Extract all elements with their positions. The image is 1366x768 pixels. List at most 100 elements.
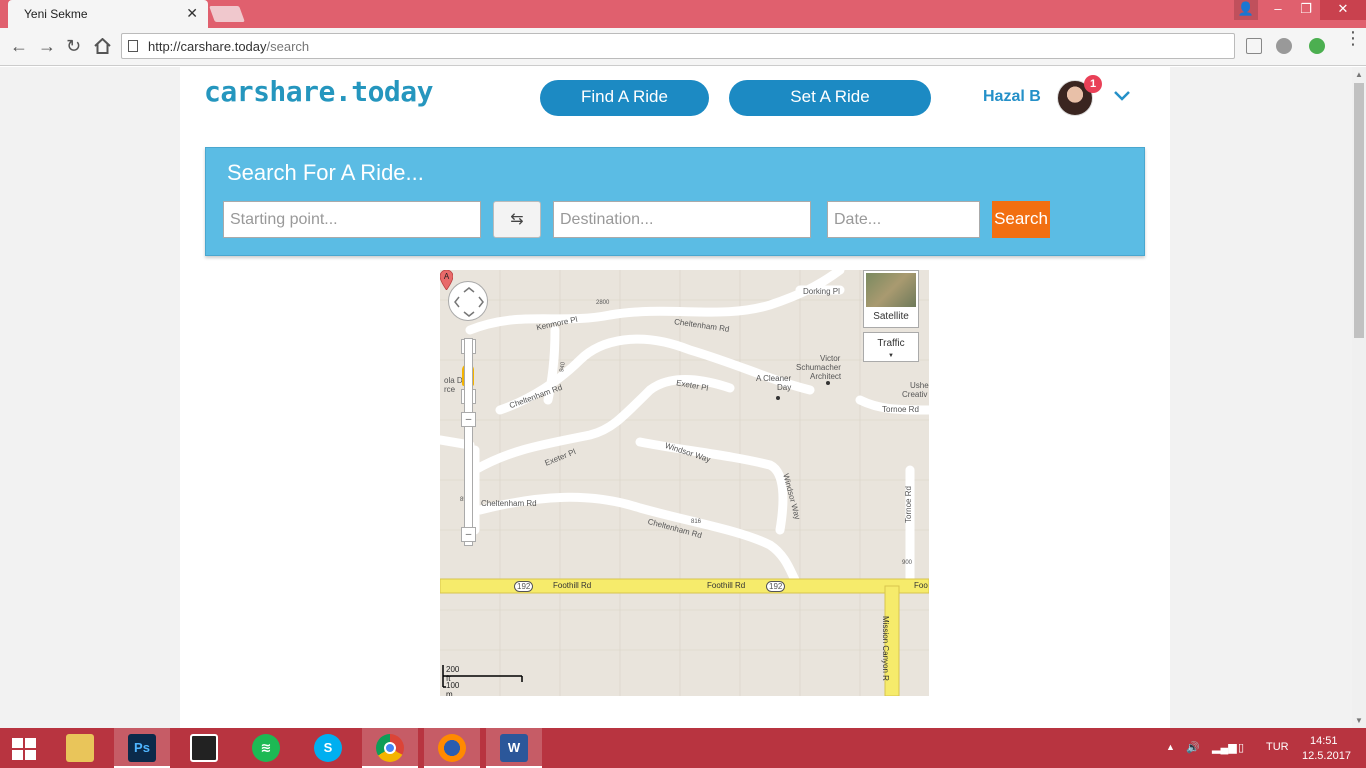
- forward-icon[interactable]: →: [38, 36, 56, 57]
- map-label-tornoe-top: Tornoe Rd: [882, 405, 919, 414]
- browser-tab[interactable]: Yeni Sekme ✕: [8, 0, 208, 28]
- search-panel: Search For A Ride... ⇆ Search: [205, 147, 1145, 256]
- map-label-cheltenham-low: Cheltenham Rd: [481, 499, 537, 508]
- map-label-2800: 2800: [596, 300, 610, 306]
- scroll-down-icon[interactable]: ▼: [1355, 716, 1363, 725]
- firefox-icon: [438, 734, 466, 762]
- adblock-icon[interactable]: [1309, 38, 1325, 54]
- search-title: Search For A Ride...: [227, 160, 424, 185]
- map-label-900: 900: [902, 560, 913, 566]
- traffic-button[interactable]: Traffic ▼: [863, 332, 919, 362]
- tab-close-icon[interactable]: ✕: [186, 5, 198, 22]
- chevron-down-icon[interactable]: [1113, 86, 1131, 104]
- taskbar: Ps ≋ S W ▲ 🔊 ▂▄▆ ▯ TUR 14:51 12.5.2017: [0, 728, 1366, 768]
- chrome-icon: [376, 734, 404, 762]
- satellite-button[interactable]: Satellite: [863, 270, 919, 328]
- map-label-tornoe-vert: Tornoe Rd: [903, 486, 913, 523]
- film-icon: [190, 734, 218, 762]
- network-icon[interactable]: ▂▄▆: [1212, 741, 1237, 754]
- scroll-up-icon[interactable]: ▲: [1355, 70, 1363, 79]
- pan-arrows-icon: [454, 287, 484, 317]
- back-icon[interactable]: ←: [10, 36, 28, 57]
- battery-icon[interactable]: ▯: [1238, 741, 1244, 754]
- page-icon: [128, 40, 138, 52]
- map-label-victor: Victor: [820, 354, 841, 363]
- url-text: http://carshare.today/search: [148, 39, 310, 54]
- map-label-ushe: Ushe: [910, 381, 929, 390]
- spotify-icon: ≋: [252, 734, 280, 762]
- map-label-creativ: Creativ: [902, 390, 928, 399]
- window-close-button[interactable]: ✕: [1320, 0, 1366, 20]
- map-roads: [440, 270, 929, 696]
- word-icon: W: [500, 734, 528, 762]
- map-label-cleaner: A Cleaner: [756, 374, 792, 383]
- photoshop-icon: Ps: [128, 734, 156, 762]
- notification-badge[interactable]: 1: [1084, 75, 1102, 93]
- taskbar-word[interactable]: W: [486, 728, 542, 768]
- map-label-rce: rce: [444, 385, 456, 394]
- taskbar-file-explorer[interactable]: [52, 728, 108, 768]
- find-ride-button[interactable]: Find A Ride: [540, 80, 709, 116]
- satellite-thumbnail: [866, 273, 916, 307]
- tab-title: Yeni Sekme: [24, 7, 88, 21]
- volume-icon[interactable]: 🔊: [1186, 741, 1200, 754]
- map-label-foothill-1: Foothill Rd: [553, 581, 592, 590]
- set-ride-button[interactable]: Set A Ride: [729, 80, 931, 116]
- swap-button[interactable]: ⇆: [493, 201, 541, 238]
- map[interactable]: Dorking Pl Cheltenham Rd Kenmore Pl 2800…: [440, 270, 929, 696]
- map-label-mission: Mission Canyon R: [880, 616, 890, 681]
- minimize-button[interactable]: –: [1264, 0, 1292, 20]
- scale-m: 100 m: [446, 681, 460, 696]
- skype-icon: S: [314, 734, 342, 762]
- map-label-foothill-2: Foothill Rd: [707, 581, 746, 590]
- map-label-ola: ola D: [444, 376, 463, 385]
- taskbar-photoshop[interactable]: Ps: [114, 728, 170, 768]
- map-route-shield-1: 192: [514, 581, 534, 592]
- map-label-dorking: Dorking Pl: [803, 287, 840, 296]
- taskbar-movie-maker[interactable]: [176, 728, 232, 768]
- map-label-816: 816: [691, 519, 702, 525]
- scrollbar[interactable]: ▲ ▼: [1352, 67, 1366, 728]
- maximize-button[interactable]: ❐: [1292, 0, 1320, 20]
- marker-letter: A: [444, 272, 450, 281]
- taskbar-skype[interactable]: S: [300, 728, 356, 768]
- address-bar[interactable]: http://carshare.today/search: [121, 33, 1235, 59]
- starting-point-input[interactable]: [223, 201, 481, 238]
- windows-start-icon[interactable]: [12, 738, 36, 760]
- tray-expand-icon[interactable]: ▲: [1166, 742, 1175, 752]
- swap-icon: ⇆: [510, 211, 524, 228]
- map-zoom-slider[interactable]: [464, 338, 473, 546]
- map-label-schumacher: Schumacher: [796, 363, 841, 372]
- map-zoom-handle[interactable]: –: [461, 412, 476, 427]
- reload-icon[interactable]: ↻: [66, 36, 81, 57]
- home-icon[interactable]: [94, 38, 111, 54]
- taskbar-firefox[interactable]: [424, 728, 480, 768]
- date-input[interactable]: [827, 201, 980, 238]
- translate-icon[interactable]: [1246, 38, 1262, 54]
- map-zoom-out-button[interactable]: –: [461, 527, 476, 542]
- map-label-architect: Architect: [810, 372, 842, 381]
- new-tab-button[interactable]: [209, 6, 245, 22]
- scroll-thumb[interactable]: [1354, 83, 1364, 338]
- clock-date[interactable]: 12.5.2017: [1302, 750, 1351, 762]
- clock-time[interactable]: 14:51: [1310, 735, 1338, 747]
- map-label-day: Day: [777, 383, 792, 392]
- satellite-label: Satellite: [873, 311, 909, 322]
- map-marker-icon[interactable]: A: [440, 270, 453, 290]
- site-logo[interactable]: carshare.today: [204, 75, 434, 108]
- search-button[interactable]: Search: [992, 201, 1050, 238]
- browser-titlebar: Yeni Sekme ✕ 👤 – ❐ ✕: [0, 0, 1366, 28]
- menu-icon[interactable]: ⋮: [1344, 29, 1362, 47]
- language-indicator[interactable]: TUR: [1266, 741, 1289, 753]
- destination-input[interactable]: [553, 201, 811, 238]
- taskbar-spotify[interactable]: ≋: [238, 728, 294, 768]
- username[interactable]: Hazal B: [983, 88, 1041, 106]
- map-route-shield-2: 192: [766, 581, 786, 592]
- profile-icon[interactable]: 👤: [1234, 0, 1258, 20]
- folder-icon: [66, 734, 94, 762]
- taskbar-chrome[interactable]: [362, 728, 418, 768]
- browser-toolbar: ← → ↻ http://carshare.today/search ⋮: [0, 28, 1366, 66]
- map-label-foo: Foo: [914, 581, 928, 590]
- map-pan-control[interactable]: [448, 281, 488, 321]
- extension-icon[interactable]: [1276, 38, 1292, 54]
